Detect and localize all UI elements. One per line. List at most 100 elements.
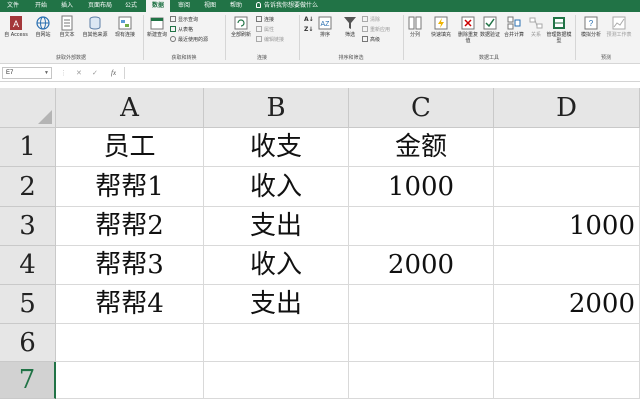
tab-review[interactable]: 审阅	[173, 0, 195, 12]
column-header-d[interactable]: D	[494, 88, 640, 128]
cell-c1[interactable]: 金额	[349, 128, 494, 167]
column-header-c[interactable]: C	[349, 88, 494, 128]
cell-c3[interactable]	[349, 207, 494, 246]
row-header-5[interactable]: 5	[0, 285, 56, 324]
remove-duplicates-button[interactable]: 删除重复值	[458, 15, 478, 44]
formula-bar: E7 ▼ ⋮ ✕ ✓ fx	[0, 64, 640, 82]
refresh-all-button[interactable]: 全部刷新	[228, 15, 254, 38]
formula-input[interactable]	[124, 67, 636, 79]
cell-a6[interactable]	[56, 324, 204, 362]
cell-a4[interactable]: 帮帮3	[56, 246, 204, 285]
tab-view[interactable]: 视图	[199, 0, 221, 12]
row-header-3[interactable]: 3	[0, 207, 56, 246]
from-table-button[interactable]: 从表格	[170, 26, 193, 34]
tab-help[interactable]: 帮助	[225, 0, 247, 12]
existing-connections-button[interactable]: 现有连接	[112, 15, 138, 38]
sort-button[interactable]: AZ 排序	[316, 15, 334, 38]
flash-fill-icon	[434, 16, 448, 30]
validation-icon	[483, 16, 497, 30]
data-validation-button[interactable]: 数据验证	[480, 15, 500, 38]
manage-data-model-button[interactable]: 管理数据模型	[546, 15, 572, 44]
row-header-1[interactable]: 1	[0, 128, 56, 167]
cell-d6[interactable]	[494, 324, 640, 362]
svg-text:?: ?	[589, 19, 594, 28]
name-box[interactable]: E7 ▼	[2, 67, 52, 79]
cell-d3[interactable]: 1000	[494, 207, 640, 246]
cell-b2[interactable]: 收入	[204, 167, 349, 207]
row-header-6[interactable]: 6	[0, 324, 56, 362]
queries-icon	[170, 16, 176, 22]
cell-a7[interactable]	[56, 362, 204, 399]
cell-b1[interactable]: 收支	[204, 128, 349, 167]
cell-a5[interactable]: 帮帮4	[56, 285, 204, 324]
cell-a1[interactable]: 员工	[56, 128, 204, 167]
show-queries-button[interactable]: 显示查询	[170, 16, 198, 24]
relationships-button[interactable]: 关系	[528, 15, 544, 38]
cell-a2[interactable]: 帮帮1	[56, 167, 204, 207]
cell-c5[interactable]	[349, 285, 494, 324]
select-all-button[interactable]	[0, 88, 56, 128]
column-header-b[interactable]: B	[204, 88, 349, 128]
cell-c4[interactable]: 2000	[349, 246, 494, 285]
data-model-icon	[553, 17, 565, 29]
cell-d5[interactable]: 2000	[494, 285, 640, 324]
clear-button[interactable]: 清除	[362, 16, 380, 24]
row-header-7[interactable]: 7	[0, 362, 56, 399]
reapply-icon	[362, 26, 368, 32]
tab-formulas[interactable]: 公式	[120, 0, 142, 12]
edit-links-button[interactable]: 编辑链接	[256, 36, 284, 44]
from-other-sources-button[interactable]: 自其他来源	[80, 15, 110, 38]
tab-insert[interactable]: 插入	[56, 0, 78, 12]
advanced-button[interactable]: 高级	[362, 36, 380, 44]
consolidate-button[interactable]: 合并计算	[502, 15, 526, 38]
tab-page-layout[interactable]: 页面布局	[84, 0, 116, 12]
enter-icon[interactable]: ✓	[92, 67, 98, 79]
cell-d7[interactable]	[494, 362, 640, 399]
filter-button[interactable]: 筛选	[340, 15, 360, 38]
cancel-icon[interactable]: ✕	[76, 67, 82, 79]
tab-data[interactable]: 数据	[146, 0, 170, 12]
table-icon	[170, 26, 176, 32]
cell-b4[interactable]: 收入	[204, 246, 349, 285]
group-label-get-transform: 获取和转换	[171, 55, 197, 61]
cell-b7[interactable]	[204, 362, 349, 399]
new-query-button[interactable]: 新建查询	[146, 15, 168, 38]
recent-sources-button[interactable]: 最近使用的源	[170, 36, 208, 44]
text-to-columns-button[interactable]: 分列	[406, 15, 424, 38]
properties-icon	[256, 26, 262, 32]
row-header-2[interactable]: 2	[0, 167, 56, 207]
globe-icon	[36, 16, 50, 30]
column-header-a[interactable]: A	[56, 88, 204, 128]
tab-file[interactable]: 文件	[0, 0, 26, 12]
cell-c2[interactable]: 1000	[349, 167, 494, 207]
chevron-down-icon[interactable]: ▼	[44, 68, 49, 78]
cell-a3[interactable]: 帮帮2	[56, 207, 204, 246]
sort-ascending-icon[interactable]: A↓	[304, 16, 314, 24]
connections-button[interactable]: 连接	[256, 16, 274, 24]
properties-button[interactable]: 属性	[256, 26, 274, 34]
svg-text:AZ: AZ	[321, 21, 331, 28]
cell-b6[interactable]	[204, 324, 349, 362]
cell-d2[interactable]	[494, 167, 640, 207]
reapply-button[interactable]: 重新应用	[362, 26, 390, 34]
what-if-icon: ?	[584, 16, 598, 30]
forecast-sheet-button[interactable]: 预测工作表	[606, 15, 632, 38]
what-if-analysis-button[interactable]: ? 模拟分析	[578, 15, 604, 38]
row-header-4[interactable]: 4	[0, 246, 56, 285]
from-web-button[interactable]: 自网站	[32, 15, 54, 38]
cell-c7[interactable]	[349, 362, 494, 399]
flash-fill-button[interactable]: 快速填充	[426, 15, 456, 38]
insert-function-icon[interactable]: fx	[111, 67, 116, 79]
menu-bar: 文件 开始 插入 页面布局 公式 数据 审阅 视图 帮助 告诉我你想要做什么	[0, 0, 640, 12]
from-text-button[interactable]: 自文本	[56, 15, 78, 38]
tell-me-search[interactable]: 告诉我你想要做什么	[256, 0, 318, 12]
cell-d1[interactable]	[494, 128, 640, 167]
tab-home[interactable]: 开始	[30, 0, 52, 12]
cell-d4[interactable]	[494, 246, 640, 285]
remove-duplicates-icon	[461, 16, 475, 30]
sort-descending-icon[interactable]: Z↓	[304, 26, 313, 34]
cell-c6[interactable]	[349, 324, 494, 362]
from-access-button[interactable]: A 自 Access	[2, 15, 30, 38]
cell-b3[interactable]: 支出	[204, 207, 349, 246]
cell-b5[interactable]: 支出	[204, 285, 349, 324]
